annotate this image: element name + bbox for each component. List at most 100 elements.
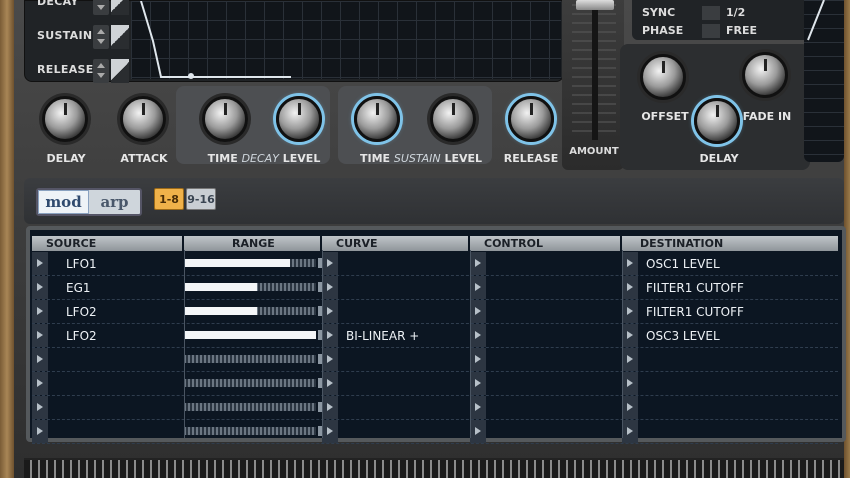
lfo-delay-knob[interactable] <box>694 98 740 144</box>
curve-select-arrow-icon[interactable] <box>322 252 338 275</box>
decay-level-knob[interactable] <box>276 96 322 142</box>
source-select-arrow-icon[interactable] <box>32 276 48 299</box>
curve-select-arrow-icon[interactable] <box>322 300 338 323</box>
matrix-destination-value[interactable]: FILTER1 CUTOFF <box>646 305 744 319</box>
envelope-graph[interactable] <box>131 0 561 79</box>
matrix-range-slider[interactable] <box>184 427 316 435</box>
lfo-phase-label: PHASE <box>642 24 684 37</box>
control-select-arrow-icon[interactable] <box>470 252 486 275</box>
delay-knob-label: DELAY <box>46 152 86 165</box>
matrix-column-separator <box>184 250 185 438</box>
matrix-row <box>32 348 838 372</box>
tab-mod[interactable]: mod <box>38 190 89 214</box>
matrix-range-slider[interactable] <box>184 307 316 315</box>
lfo-fade-in-knob[interactable] <box>742 52 788 98</box>
matrix-range-slider[interactable] <box>184 355 316 363</box>
curve-select-arrow-icon[interactable] <box>322 372 338 395</box>
sustain-level-knob[interactable] <box>430 96 476 142</box>
matrix-range-fill <box>184 331 316 339</box>
destination-select-arrow-icon[interactable] <box>622 324 638 347</box>
lfo-sync-arrow-icon[interactable] <box>702 6 720 20</box>
decay-time-knob[interactable] <box>202 96 248 142</box>
envelope-row-release: RELEASE <box>31 55 129 87</box>
matrix-range-fill <box>184 259 290 267</box>
matrix-row: LFO2 FILTER1 CUTOFF <box>32 300 838 324</box>
control-select-arrow-icon[interactable] <box>470 348 486 371</box>
source-select-arrow-icon[interactable] <box>32 324 48 347</box>
lfo-phase-value[interactable]: FREE <box>726 24 757 37</box>
tab-arp[interactable]: arp <box>89 190 140 214</box>
sustain-group-label: SUSTAIN <box>393 152 441 165</box>
curve-select-arrow-icon[interactable] <box>322 276 338 299</box>
sustain-level-label: LEVEL <box>444 152 483 165</box>
delay-knob[interactable] <box>42 96 88 142</box>
matrix-range-slider[interactable] <box>184 259 316 267</box>
release-knob[interactable] <box>508 96 554 142</box>
matrix-range-slider[interactable] <box>184 283 316 291</box>
decay-curve-stepper[interactable] <box>93 0 109 15</box>
sustain-curve-stepper[interactable] <box>93 25 109 49</box>
release-curve-stepper[interactable] <box>93 59 109 83</box>
amount-fader-handle[interactable] <box>576 0 614 10</box>
control-select-arrow-icon[interactable] <box>470 300 486 323</box>
source-select-arrow-icon[interactable] <box>32 300 48 323</box>
page-9-16-button[interactable]: 9-16 <box>186 188 216 210</box>
lfo-sync-value[interactable]: 1/2 <box>726 6 745 19</box>
amount-fader-track[interactable] <box>592 0 598 140</box>
destination-select-arrow-icon[interactable] <box>622 372 638 395</box>
sustain-curve-shape-icon[interactable] <box>111 25 129 49</box>
matrix-column-separator <box>322 250 323 438</box>
source-select-arrow-icon[interactable] <box>32 372 48 395</box>
control-select-arrow-icon[interactable] <box>470 396 486 419</box>
source-select-arrow-icon[interactable] <box>32 348 48 371</box>
matrix-source-value[interactable]: LFO1 <box>66 257 97 271</box>
release-curve-shape-icon[interactable] <box>111 59 129 83</box>
lfo-delay-label: DELAY <box>699 152 739 165</box>
wood-side-panel-left <box>0 0 14 478</box>
lfo-sync-row: SYNC 1/2 <box>642 6 812 22</box>
envelope-stage-label: RELEASE <box>37 63 94 76</box>
lfo-waveform-line <box>807 0 825 41</box>
lfo-offset-knob[interactable] <box>640 54 686 100</box>
keyboard-strip[interactable] <box>24 458 844 478</box>
destination-select-arrow-icon[interactable] <box>622 348 638 371</box>
source-select-arrow-icon[interactable] <box>32 252 48 275</box>
destination-select-arrow-icon[interactable] <box>622 420 638 443</box>
control-select-arrow-icon[interactable] <box>470 372 486 395</box>
lfo-phase-row: PHASE FREE <box>642 24 812 40</box>
mod-matrix: SOURCE RANGE CURVE CONTROL DESTINATION L… <box>26 226 846 444</box>
matrix-range-slider[interactable] <box>184 403 316 411</box>
decay-knobs-label: TIME DECAY LEVEL <box>204 152 324 165</box>
destination-select-arrow-icon[interactable] <box>622 300 638 323</box>
page-1-8-button[interactable]: 1-8 <box>154 188 184 210</box>
source-select-arrow-icon[interactable] <box>32 396 48 419</box>
matrix-source-value[interactable]: LFO2 <box>66 329 97 343</box>
matrix-destination-value[interactable]: OSC3 LEVEL <box>646 329 720 343</box>
control-select-arrow-icon[interactable] <box>470 276 486 299</box>
source-select-arrow-icon[interactable] <box>32 420 48 443</box>
destination-select-arrow-icon[interactable] <box>622 252 638 275</box>
curve-select-arrow-icon[interactable] <box>322 420 338 443</box>
destination-select-arrow-icon[interactable] <box>622 276 638 299</box>
curve-select-arrow-icon[interactable] <box>322 324 338 347</box>
matrix-curve-value[interactable]: BI-LINEAR + <box>346 329 419 343</box>
curve-select-arrow-icon[interactable] <box>322 348 338 371</box>
attack-knob[interactable] <box>120 96 166 142</box>
lfo-phase-stepper[interactable] <box>702 24 720 38</box>
matrix-header-control: CONTROL <box>470 236 620 251</box>
control-select-arrow-icon[interactable] <box>470 324 486 347</box>
sustain-time-knob[interactable] <box>354 96 400 142</box>
control-select-arrow-icon[interactable] <box>470 420 486 443</box>
decay-curve-shape-icon[interactable] <box>111 0 129 15</box>
matrix-range-slider[interactable] <box>184 379 316 387</box>
curve-select-arrow-icon[interactable] <box>322 396 338 419</box>
lfo-fade-in-label: FADE IN <box>742 110 792 123</box>
sustain-knobs-label: TIME SUSTAIN LEVEL <box>358 152 484 165</box>
envelope-panel: DECAY SUSTAIN RELEASE <box>24 0 564 83</box>
matrix-range-slider[interactable] <box>184 331 316 339</box>
matrix-source-value[interactable]: LFO2 <box>66 305 97 319</box>
destination-select-arrow-icon[interactable] <box>622 396 638 419</box>
matrix-destination-value[interactable]: OSC1 LEVEL <box>646 257 720 271</box>
matrix-source-value[interactable]: EG1 <box>66 281 91 295</box>
matrix-destination-value[interactable]: FILTER1 CUTOFF <box>646 281 744 295</box>
